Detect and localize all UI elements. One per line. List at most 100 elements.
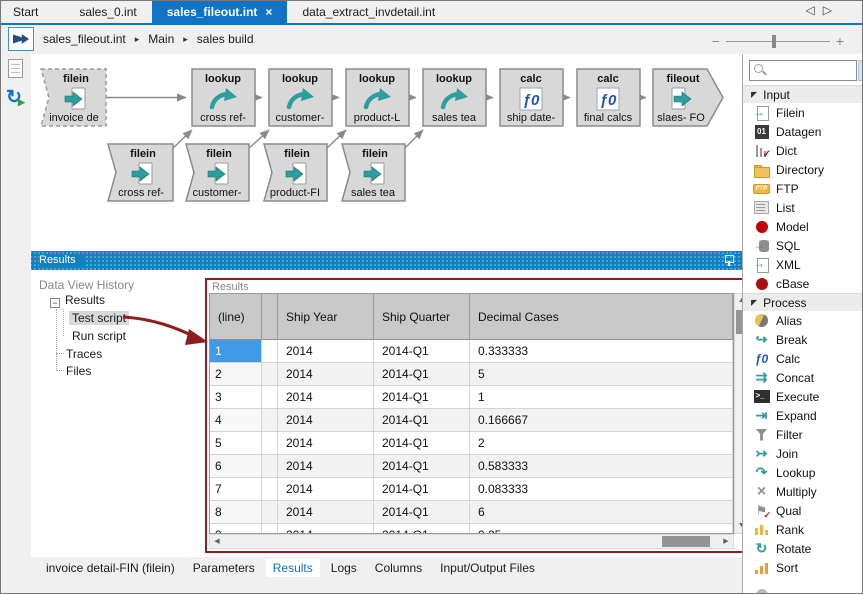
- line-number-cell[interactable]: 2: [210, 363, 262, 386]
- breadcrumb-item-file[interactable]: sales_fileout.int: [43, 32, 126, 46]
- decimal-cases-cell[interactable]: 0.25: [470, 524, 733, 534]
- node-lookup-customer[interactable]: lookup customer-: [269, 69, 332, 126]
- zoom-out-button[interactable]: −: [712, 33, 720, 49]
- ship-year-cell[interactable]: 2014: [278, 432, 374, 455]
- decimal-cases-cell[interactable]: 5: [470, 363, 733, 386]
- ship-year-cell[interactable]: 2014: [278, 340, 374, 363]
- dataflow-canvas[interactable]: filein invoice de lookup cross ref-: [31, 54, 742, 251]
- node-filein-crossref[interactable]: filein cross ref-: [108, 144, 173, 201]
- node-filein-product[interactable]: filein product-FI: [264, 144, 327, 201]
- document-icon[interactable]: [8, 59, 23, 78]
- palette-item-filein[interactable]: Filein: [743, 103, 863, 122]
- ship-year-cell[interactable]: 2014: [278, 455, 374, 478]
- decimal-cases-cell[interactable]: 0.583333: [470, 455, 733, 478]
- run-button[interactable]: [8, 27, 34, 51]
- ship-year-cell[interactable]: 2014: [278, 501, 374, 524]
- ship-quarter-cell[interactable]: 2014-Q1: [374, 432, 470, 455]
- tab-data-extract[interactable]: data_extract_invdetail.int: [287, 1, 450, 23]
- decimal-cases-cell[interactable]: 6: [470, 501, 733, 524]
- column-header-ship-quarter[interactable]: Ship Quarter: [374, 294, 470, 340]
- node-filein-customer[interactable]: filein customer-: [186, 144, 249, 201]
- palette-item-directory[interactable]: Directory: [743, 160, 863, 179]
- palette-item-qual[interactable]: Qual: [743, 501, 863, 520]
- decimal-cases-cell[interactable]: 0.166667: [470, 409, 733, 432]
- node-lookup-product[interactable]: lookup product-L: [346, 69, 409, 126]
- tab-start[interactable]: Start: [1, 1, 50, 23]
- column-header-decimal-cases[interactable]: Decimal Cases: [470, 294, 733, 340]
- palette-item-xml[interactable]: XML: [743, 255, 863, 274]
- palette-section-process[interactable]: ◤ Process: [743, 293, 863, 311]
- node-filein-salesteam[interactable]: filein sales tea: [342, 144, 405, 201]
- ship-quarter-cell[interactable]: 2014-Q1: [374, 478, 470, 501]
- line-number-cell[interactable]: 5: [210, 432, 262, 455]
- bottom-tab-columns[interactable]: Columns: [368, 559, 429, 577]
- decimal-cases-cell[interactable]: 1: [470, 386, 733, 409]
- palette-item-partial[interactable]: [743, 577, 863, 594]
- ship-year-cell[interactable]: 2014: [278, 363, 374, 386]
- tree-collapse-toggle[interactable]: −: [50, 298, 60, 308]
- zoom-in-button[interactable]: +: [836, 33, 844, 49]
- ship-year-cell[interactable]: 2014: [278, 409, 374, 432]
- palette-item-ftp[interactable]: FTP: [743, 179, 863, 198]
- line-number-cell[interactable]: 3: [210, 386, 262, 409]
- palette-item-multiply[interactable]: Multiply: [743, 482, 863, 501]
- breadcrumb-item-main[interactable]: Main: [148, 32, 174, 46]
- palette-item-filter[interactable]: Filter: [743, 425, 863, 444]
- tab-scroll-right-icon[interactable]: ▷: [823, 3, 840, 17]
- palette-item-execute[interactable]: Execute: [743, 387, 863, 406]
- tree-item-run-script[interactable]: Run script: [72, 329, 126, 343]
- line-number-cell[interactable]: 6: [210, 455, 262, 478]
- zoom-slider-track[interactable]: [726, 41, 830, 42]
- node-lookup-crossref[interactable]: lookup cross ref-: [192, 69, 255, 126]
- palette-item-alias[interactable]: Alias: [743, 311, 863, 330]
- palette-item-join[interactable]: Join: [743, 444, 863, 463]
- palette-item-sql[interactable]: SQL: [743, 236, 863, 255]
- palette-item-list[interactable]: List: [743, 198, 863, 217]
- bottom-tab-logs[interactable]: Logs: [324, 559, 364, 577]
- ship-quarter-cell[interactable]: 2014-Q1: [374, 455, 470, 478]
- breadcrumb-item-sales-build[interactable]: sales build: [197, 32, 254, 46]
- palette-item-model[interactable]: Model: [743, 217, 863, 236]
- zoom-slider-thumb[interactable]: [772, 35, 776, 48]
- line-number-cell[interactable]: 8: [210, 501, 262, 524]
- tab-scroll-left-icon[interactable]: ◁: [806, 3, 823, 17]
- line-number-cell[interactable]: 1: [210, 340, 262, 363]
- palette-item-rank[interactable]: Rank: [743, 520, 863, 539]
- ship-quarter-cell[interactable]: 2014-Q1: [374, 501, 470, 524]
- tree-item-test-script[interactable]: Test script: [69, 311, 129, 325]
- ship-quarter-cell[interactable]: 2014-Q1: [374, 524, 470, 534]
- tree-item-results[interactable]: Results: [65, 293, 105, 307]
- ship-quarter-cell[interactable]: 2014-Q1: [374, 386, 470, 409]
- palette-item-calc[interactable]: Calc: [743, 349, 863, 368]
- palette-search-input[interactable]: [749, 60, 857, 81]
- bottom-tab-parameters[interactable]: Parameters: [186, 559, 262, 577]
- node-lookup-salesteam[interactable]: lookup sales tea: [423, 69, 486, 126]
- palette-item-dict[interactable]: Dict: [743, 141, 863, 160]
- scroll-right-icon[interactable]: ▶: [719, 535, 733, 548]
- ship-quarter-cell[interactable]: 2014-Q1: [374, 409, 470, 432]
- tree-item-traces[interactable]: Traces: [66, 347, 102, 361]
- palette-section-input[interactable]: ◤ Input: [743, 85, 863, 103]
- close-tab-icon[interactable]: ×: [265, 5, 272, 19]
- palette-item-expand[interactable]: Expand: [743, 406, 863, 425]
- ship-quarter-cell[interactable]: 2014-Q1: [374, 363, 470, 386]
- palette-item-concat[interactable]: Concat: [743, 368, 863, 387]
- palette-item-sort[interactable]: Sort: [743, 558, 863, 577]
- bottom-tab-results[interactable]: Results: [266, 559, 320, 577]
- ship-year-cell[interactable]: 2014: [278, 478, 374, 501]
- palette-item-break[interactable]: Break: [743, 330, 863, 349]
- tab-sales-fileout[interactable]: sales_fileout.int ×: [152, 1, 288, 23]
- palette-item-lookup[interactable]: Lookup: [743, 463, 863, 482]
- decimal-cases-cell[interactable]: 0.333333: [470, 340, 733, 363]
- node-fileout-sales[interactable]: fileout slaes- FO: [653, 69, 723, 126]
- bottom-tab-invoice-detail[interactable]: invoice detail-FIN (filein): [39, 559, 182, 577]
- node-calc-finalcalcs[interactable]: calc ƒ0 final calcs: [577, 69, 640, 126]
- column-header-line[interactable]: (line): [210, 294, 262, 340]
- refresh-history-icon[interactable]: ↻▶: [6, 86, 22, 109]
- palette-item-rotate[interactable]: Rotate: [743, 539, 863, 558]
- line-number-cell[interactable]: 4: [210, 409, 262, 432]
- pin-icon[interactable]: [724, 255, 733, 266]
- bottom-tab-io-files[interactable]: Input/Output Files: [433, 559, 542, 577]
- horizontal-scroll-thumb[interactable]: [662, 536, 710, 547]
- tab-sales-0[interactable]: sales_0.int: [64, 1, 151, 23]
